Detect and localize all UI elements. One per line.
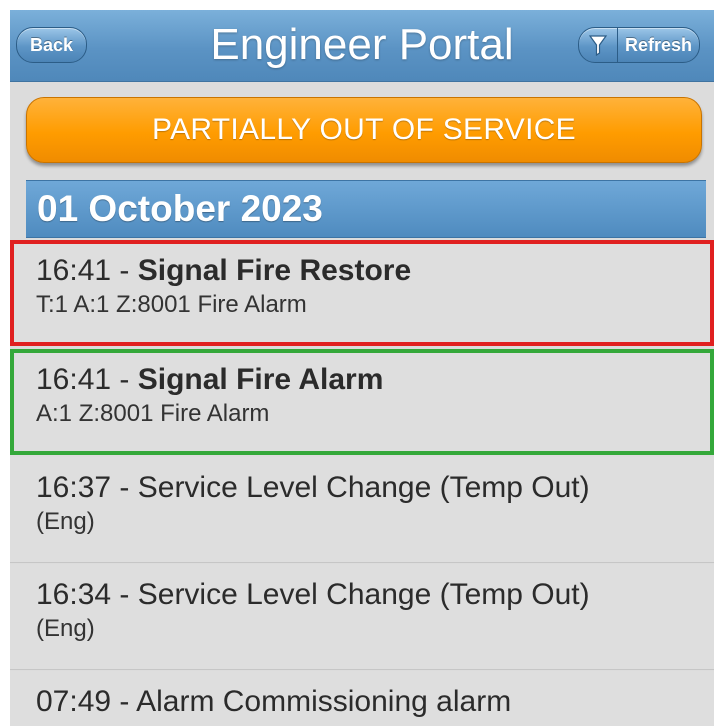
- event-title-line: 16:41 - Signal Fire Alarm: [36, 363, 384, 396]
- event-title: Signal Fire Restore: [137, 254, 412, 287]
- event-detail: (Eng): [36, 508, 95, 535]
- event-time: 07:49: [36, 685, 112, 718]
- event-title-line: 07:49 - Alarm Commissioning alarm: [36, 685, 512, 718]
- header-bar: Back Engineer Portal Refresh: [10, 10, 714, 82]
- event-time: 16:41: [36, 254, 112, 287]
- event-row[interactable]: 16:41 - Signal Fire Alarm A:1 Z:8001 Fir…: [10, 349, 714, 455]
- event-row[interactable]: 16:41 - Signal Fire Restore T:1 A:1 Z:80…: [10, 240, 714, 346]
- event-time: 16:37: [36, 471, 112, 504]
- event-time: 16:34: [36, 578, 112, 611]
- app-frame: Back Engineer Portal Refresh PARTIALLY O…: [10, 10, 714, 726]
- refresh-button[interactable]: Refresh: [618, 35, 699, 56]
- event-title: Signal Fire Alarm: [137, 363, 384, 396]
- event-title-line: 16:37 - Service Level Change (Temp Out): [36, 471, 590, 504]
- event-row[interactable]: 16:34 - Service Level Change (Temp Out) …: [10, 564, 714, 670]
- event-row[interactable]: 07:49 - Alarm Commissioning alarm: [10, 671, 714, 726]
- event-title: Service Level Change (Temp Out): [137, 578, 590, 611]
- event-title: Service Level Change (Temp Out): [137, 471, 590, 504]
- event-title: Alarm Commissioning alarm: [136, 685, 512, 718]
- filter-icon[interactable]: [579, 28, 618, 62]
- date-header: 01 October 2023: [26, 180, 706, 238]
- refresh-button-group: Refresh: [578, 27, 700, 63]
- event-row[interactable]: 16:37 - Service Level Change (Temp Out) …: [10, 457, 714, 563]
- event-detail: A:1 Z:8001 Fire Alarm: [36, 400, 270, 427]
- event-time: 16:41: [36, 363, 112, 396]
- event-title-line: 16:41 - Signal Fire Restore: [36, 254, 412, 287]
- event-title-line: 16:34 - Service Level Change (Temp Out): [36, 578, 590, 611]
- service-status-banner[interactable]: PARTIALLY OUT OF SERVICE: [26, 97, 702, 163]
- event-detail: T:1 A:1 Z:8001 Fire Alarm: [36, 291, 307, 318]
- event-detail: (Eng): [36, 615, 95, 642]
